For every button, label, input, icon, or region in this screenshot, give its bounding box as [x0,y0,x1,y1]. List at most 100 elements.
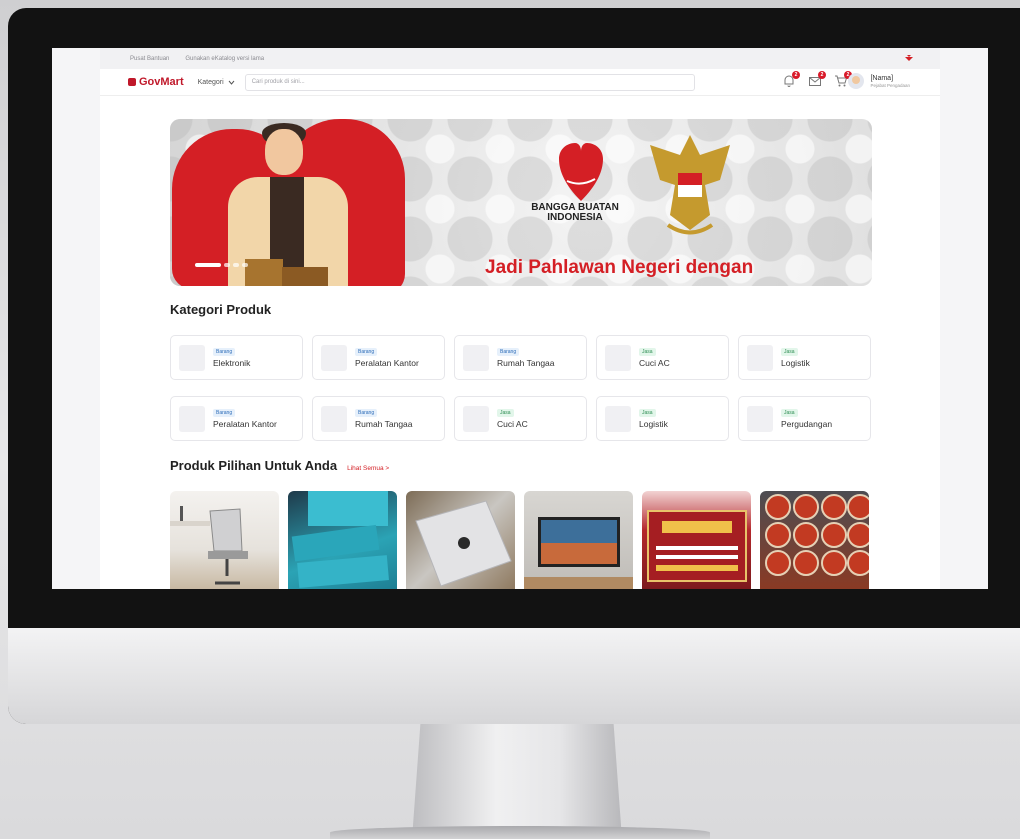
category-text: Jasa Logistik [639,408,668,429]
category-name: Peralatan Kantor [355,357,419,368]
category-type-badge: Jasa [639,408,656,417]
product-carousel [170,491,869,589]
category-card[interactable]: Barang Elektronik [170,335,303,380]
carousel-dot[interactable] [233,263,239,267]
top-utility-bar: Pusat Bantuan Gunakan eKatalog versi lam… [100,48,940,69]
banner-tagline: Jadi Pahlawan Negeri dengan [485,257,754,278]
govmart-page: Pusat Bantuan Gunakan eKatalog versi lam… [100,48,940,589]
bangga-buatan-indonesia-text: BANGGA BUATAN INDONESIA [531,202,619,223]
category-text: Barang Peralatan Kantor [213,408,277,429]
category-type-badge: Barang [213,408,236,417]
category-card[interactable]: Jasa Logistik [596,396,729,441]
category-text: Jasa Cuci AC [497,408,528,429]
carousel-dots[interactable] [195,263,248,267]
user-menu[interactable]: [Nama] Pejabat Pengadaan [848,73,910,89]
cart-button[interactable]: 2 [834,71,852,88]
carousel-dot[interactable] [242,263,248,267]
products-section-title: Produk Pilihan Untuk Anda Lihat Semua > [170,458,389,473]
television-image [524,517,633,589]
search-input[interactable]: Cari produk di sini... [244,73,695,91]
carousel-dot[interactable] [195,263,221,267]
product-card[interactable] [170,491,279,589]
category-card[interactable]: Jasa Cuci AC [596,335,729,380]
monitor-stand [412,724,622,839]
hero-banner[interactable]: BANGGA BUATAN INDONESIA Jadi Pahlawan Ne… [170,119,872,286]
flower-board-image [647,510,747,582]
category-image [321,405,347,432]
batik-bag [282,267,328,286]
product-card[interactable] [760,491,869,589]
category-image [463,405,489,432]
monitor-stand-base [330,826,710,839]
category-image [747,344,773,371]
category-image [463,344,489,371]
nav-icons: 2 2 2 [782,71,852,88]
category-card[interactable]: Barang Rumah Tangaa [454,335,587,380]
category-text: Barang Rumah Tangaa [355,408,413,429]
copy-paper-image [291,491,389,588]
category-type-badge: Barang [497,347,520,356]
category-type-badge: Jasa [781,347,798,356]
carousel-dot[interactable] [224,263,230,267]
category-name: Cuci AC [639,357,670,368]
category-image [179,405,205,432]
category-card[interactable]: Barang Peralatan Kantor [170,396,303,441]
category-card[interactable]: Jasa Cuci AC [454,396,587,441]
notification-button[interactable]: 2 [782,71,800,88]
category-type-badge: Jasa [781,408,798,417]
user-role: Pejabat Pengadaan [870,82,910,88]
category-image [605,405,631,432]
help-center-link[interactable]: Pusat Bantuan [130,56,169,62]
chevron-down-icon [228,80,235,85]
laptop-image [415,500,512,587]
category-card[interactable]: Jasa Logistik [738,335,871,380]
category-name: Logistik [639,418,668,429]
avatar [848,73,865,89]
category-text: Barang Elektronik [213,347,251,368]
category-name: Pergudangan [781,418,833,429]
category-grid-row: Barang Elektronik Barang Peralatan Kantor Ba… [170,335,872,380]
logo-text: GovMart [139,76,184,88]
product-card[interactable] [406,491,515,589]
products-title: Produk Pilihan Untuk Anda [170,458,338,473]
category-type-badge: Barang [213,347,236,356]
product-card[interactable] [642,491,751,589]
see-all-link[interactable]: Lihat Semua > [347,465,389,472]
category-text: Barang Rumah Tangaa [497,347,555,368]
category-type-badge: Jasa [497,408,514,417]
category-name: Elektronik [213,357,251,368]
monitor-chin [8,628,1020,724]
food-box-image [765,494,869,576]
category-text: Jasa Pergudangan [781,408,833,429]
notification-badge: 2 [792,71,800,79]
category-text: Jasa Logistik [781,347,810,368]
category-type-badge: Barang [355,347,378,356]
user-name: [Nama] [870,74,894,82]
category-name: Cuci AC [497,418,528,429]
category-text: Jasa Cuci AC [639,347,670,368]
category-card[interactable]: Barang Rumah Tangaa [312,396,445,441]
person-head [265,129,303,175]
main-navbar: GovMart Kategori Cari produk di sini... … [100,69,940,96]
messages-button[interactable]: 2 [808,71,826,88]
category-image [179,344,205,371]
category-type-badge: Barang [355,408,378,417]
category-name: Peralatan Kantor [213,418,277,429]
category-image [747,405,773,432]
category-dropdown[interactable]: Kategori [198,79,235,86]
category-card[interactable]: Jasa Pergudangan [738,396,871,441]
category-image [321,344,347,371]
product-card[interactable] [524,491,633,589]
category-card[interactable]: Barang Peralatan Kantor [312,335,445,380]
messages-badge: 2 [818,71,826,79]
category-type-badge: Jasa [639,347,656,356]
flag-icon[interactable] [904,54,914,62]
category-name: Rumah Tangaa [355,418,413,429]
batik-bag [245,259,283,286]
govmart-logo[interactable]: GovMart [128,76,184,88]
old-version-link[interactable]: Gunakan eKatalog versi lama [185,56,264,62]
product-card[interactable] [288,491,397,589]
bangga-heart-icon [559,143,603,201]
category-text: Barang Peralatan Kantor [355,347,419,368]
office-chair-image [170,506,248,585]
